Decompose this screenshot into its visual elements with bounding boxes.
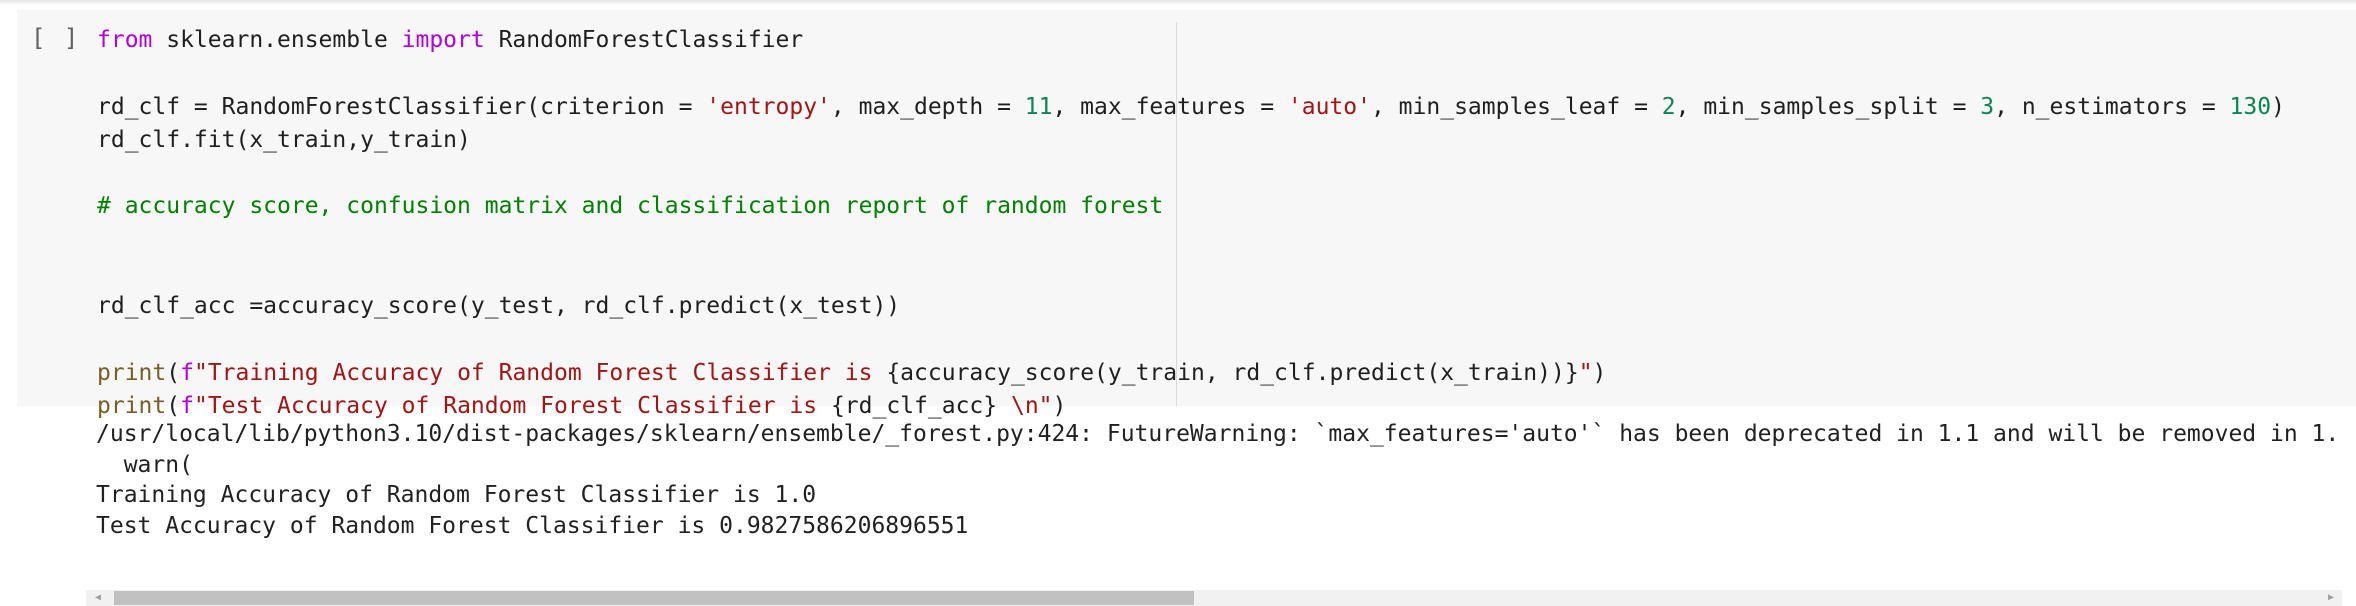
output-line: warn( xyxy=(96,451,193,478)
code-token: sklearn.ensemble xyxy=(152,27,402,53)
code-token: ( xyxy=(166,393,181,420)
code-token: ) xyxy=(2271,93,2285,120)
code-line: from sklearn.ensemble import RandomFores… xyxy=(97,27,803,53)
code-token: "Test Accuracy of Random Forest Classifi… xyxy=(193,393,831,420)
code-token: print xyxy=(97,393,167,420)
code-token: RandomForestClassifier xyxy=(484,27,804,53)
code-token: , n_estimators = xyxy=(1994,93,2230,120)
code-token: 'auto' xyxy=(1287,93,1371,120)
code-token: rd_clf = RandomForestClassifier(criterio… xyxy=(97,93,707,120)
code-token: 'entropy' xyxy=(706,93,831,120)
code-token: # accuracy score, confusion matrix and c… xyxy=(97,193,1164,220)
code-line: rd_clf = RandomForestClassifier(criterio… xyxy=(97,94,2285,120)
code-token: , max_depth = xyxy=(830,93,1025,120)
code-line: rd_clf_acc =accuracy_score(y_test, rd_cl… xyxy=(97,293,900,319)
output-line: /usr/local/lib/python3.10/dist-packages/… xyxy=(96,421,2336,447)
code-token: print xyxy=(97,359,167,386)
code-token: rd_clf.fit(x_train,y_train) xyxy=(97,126,471,153)
code-token: from xyxy=(97,27,153,53)
code-token: f xyxy=(180,393,194,420)
code-token: ) xyxy=(1052,393,1067,420)
code-token: rd_clf_acc =accuracy_score(y_test, rd_cl… xyxy=(97,293,901,320)
code-token: ) xyxy=(1592,359,1607,386)
code-token: {rd_clf_acc} xyxy=(830,393,1011,420)
code-token: 3 xyxy=(1980,93,1995,120)
code-line: print(f"Training Accuracy of Random Fore… xyxy=(97,360,1606,386)
code-token: " xyxy=(1578,359,1593,386)
code-token: "Training Accuracy of Random Forest Clas… xyxy=(193,359,887,386)
code-token: , min_samples_split = xyxy=(1675,93,1981,120)
code-token: , max_features = xyxy=(1052,93,1288,120)
output-line: Test Accuracy of Random Forest Classifie… xyxy=(96,512,969,539)
horizontal-scrollbar-thumb[interactable] xyxy=(114,591,1194,605)
cell-output: /usr/local/lib/python3.10/dist-packages/… xyxy=(96,419,2336,541)
code-token: import xyxy=(401,27,485,53)
code-token: \n" xyxy=(1010,393,1053,420)
output-line: Training Accuracy of Random Forest Class… xyxy=(96,482,817,508)
code-token: 130 xyxy=(2229,93,2272,120)
code-token: , min_samples_leaf = xyxy=(1370,93,1662,120)
code-token: 11 xyxy=(1024,93,1053,120)
toolbar-shadow xyxy=(0,0,2356,5)
code-editor[interactable]: from sklearn.ensemble import RandomFores… xyxy=(97,24,2285,424)
scroll-right-arrow-icon[interactable]: ▶ xyxy=(2328,592,2334,604)
code-line: print(f"Test Accuracy of Random Forest C… xyxy=(97,393,1066,419)
code-token: f xyxy=(180,359,194,386)
code-token: 2 xyxy=(1661,93,1676,120)
code-line: rd_clf.fit(x_train,y_train) xyxy=(97,127,471,153)
scroll-left-arrow-icon[interactable]: ◀ xyxy=(95,592,101,604)
run-cell-button[interactable]: [ ] xyxy=(31,24,80,52)
code-token: ( xyxy=(166,359,181,386)
code-token: {accuracy_score(y_train, rd_clf.predict(… xyxy=(886,359,1579,386)
code-line: # accuracy score, confusion matrix and c… xyxy=(97,193,1163,219)
